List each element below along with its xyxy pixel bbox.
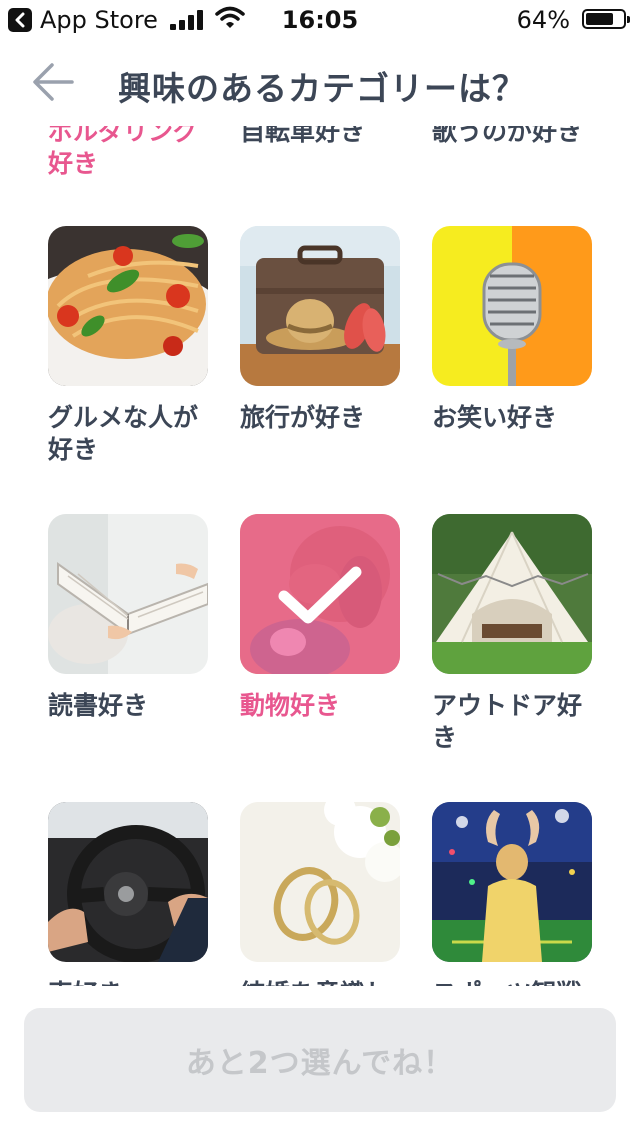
category-item-travel[interactable]: 旅行が好き: [240, 226, 410, 434]
page-title: 興味のあるカテゴリーは？: [118, 69, 526, 108]
nav-header: 興味のあるカテゴリーは？: [0, 40, 640, 126]
steering-wheel-image[interactable]: [48, 802, 208, 962]
category-grid[interactable]: ボルダリング好き 自転車好き 歌うのが好き グルメな人が好き 旅行が好き お笑い…: [0, 126, 640, 986]
suitcase-image[interactable]: [240, 226, 400, 386]
pasta-image[interactable]: [48, 226, 208, 386]
category-label-cycling[interactable]: 自転車好き: [240, 126, 410, 148]
footer-bar: あと2つ選んでね！: [0, 986, 640, 1136]
rings-image[interactable]: [240, 802, 400, 962]
arrow-left-icon: [33, 63, 74, 101]
status-bar: App Store 16:05 64%: [0, 0, 640, 40]
category-label: スポーツ観戦: [432, 978, 602, 986]
category-label: 結婚を意識し: [240, 978, 410, 986]
category-label: お笑い好き: [432, 403, 558, 432]
category-label: 旅行が好き: [240, 403, 366, 432]
category-label: 車好き: [48, 978, 218, 986]
category-item-animals[interactable]: 動物好き: [240, 514, 410, 722]
select-more-button[interactable]: あと2つ選んでね！: [24, 1008, 616, 1112]
category-item-marriage[interactable]: 結婚を意識し: [240, 802, 410, 986]
category-label-bouldering[interactable]: ボルダリング好き: [48, 126, 218, 180]
category-item-gourmet[interactable]: グルメな人が好き: [48, 226, 218, 466]
battery-icon: [582, 9, 630, 29]
category-label: 読書好き: [48, 691, 149, 720]
category-item-sports[interactable]: スポーツ観戦: [432, 802, 602, 986]
book-image[interactable]: [48, 514, 208, 674]
back-button[interactable]: [28, 56, 80, 108]
category-label: アウトドア好き: [432, 691, 583, 752]
category-label: 動物好き: [240, 691, 341, 720]
category-item-comedy[interactable]: お笑い好き: [432, 226, 602, 434]
category-label: グルメな人が好き: [48, 403, 199, 464]
stadium-fan-image[interactable]: [432, 802, 592, 962]
tent-image[interactable]: [432, 514, 592, 674]
checkmark-icon: [278, 566, 362, 624]
category-item-outdoor[interactable]: アウトドア好き: [432, 514, 602, 754]
category-label-singing[interactable]: 歌うのが好き: [432, 126, 602, 148]
battery-percentage: 64%: [516, 6, 570, 34]
microphone-image[interactable]: [432, 226, 592, 386]
category-item-cars[interactable]: 車好き: [48, 802, 218, 986]
category-item-reading[interactable]: 読書好き: [48, 514, 218, 722]
dog-cat-image-selected[interactable]: [240, 514, 400, 674]
